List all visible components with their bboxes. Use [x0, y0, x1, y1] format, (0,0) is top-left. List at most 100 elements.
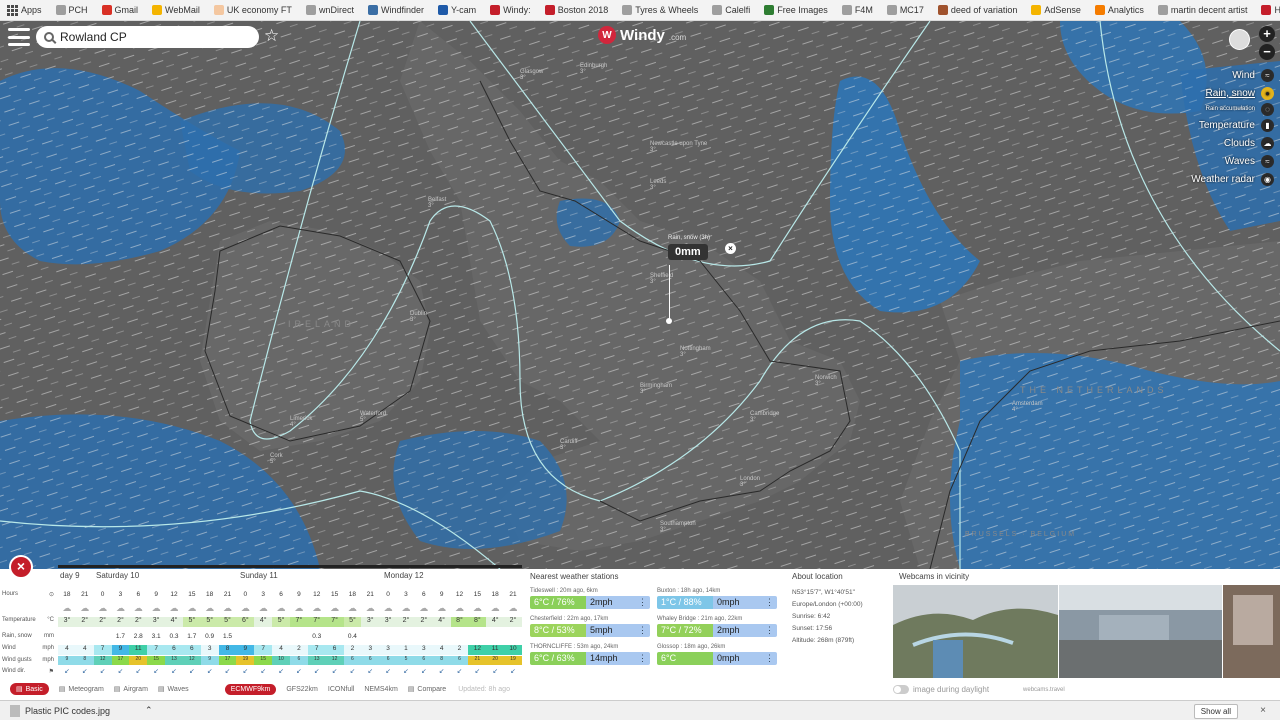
search-input[interactable]: [60, 30, 240, 44]
model-option[interactable]: ECMWF9km: [224, 683, 277, 695]
bookmark-item[interactable]: PCH: [49, 0, 95, 20]
wind-direction-arrow-icon: ↙: [171, 668, 177, 675]
station-card[interactable]: Glossop : 18m ago, 26km 6°C 0mph ⋮: [657, 643, 777, 667]
user-avatar[interactable]: [1229, 29, 1250, 50]
close-downloads-icon[interactable]: ×: [1260, 705, 1266, 716]
weather-map[interactable]: IRELAND THE NETHERLANDS BRUSSELS · BELGI…: [0, 21, 1280, 569]
webcams-credit[interactable]: webcams.travel: [1023, 687, 1065, 693]
station-wind: 0mph ⋮: [713, 596, 777, 609]
temp-cell: 2°: [414, 617, 433, 627]
layer-item[interactable]: Wind ≈: [1232, 66, 1274, 84]
bookmark-item[interactable]: Windy:: [483, 0, 538, 20]
layer-item[interactable]: Rain, snow ●: [1206, 84, 1274, 102]
country-label-netherlands: THE NETHERLANDS: [1020, 385, 1168, 395]
forecast-tab[interactable]: ▤ Meteogram: [59, 685, 104, 694]
zoom-out-button[interactable]: −: [1259, 44, 1275, 60]
layer-item[interactable]: Clouds ☁: [1224, 134, 1274, 152]
rain-cell: [254, 633, 272, 640]
search-box[interactable]: [36, 26, 259, 48]
station-name: Chesterfield : 22m ago, 17km: [530, 616, 609, 622]
more-options-icon[interactable]: ⋮: [638, 624, 647, 637]
bookmark-item[interactable]: How to set up a rout: [1254, 0, 1280, 20]
station-card[interactable]: Buxton : 18h ago, 14km 1°C / 88% 0mph ⋮: [657, 587, 777, 611]
city-temp: 5°: [270, 459, 276, 465]
zoom-in-button[interactable]: +: [1259, 26, 1275, 42]
model-option[interactable]: GFS22km: [286, 686, 318, 693]
country-label-ireland: IRELAND: [288, 319, 356, 329]
popup-location-dot[interactable]: [666, 318, 672, 324]
model-option[interactable]: ICONfull: [328, 686, 354, 693]
rain-cell: [236, 633, 254, 640]
bookmark-item[interactable]: AdSense: [1024, 0, 1088, 20]
bookmark-item[interactable]: F4M: [835, 0, 880, 20]
layer-item[interactable]: Weather radar ◉: [1191, 170, 1274, 188]
row-label: Hours ⊙: [0, 591, 56, 598]
station-temp: 6°C / 63%: [530, 652, 586, 665]
bookmark-item[interactable]: Free Images: [757, 0, 835, 20]
forecast-tab[interactable]: ▤ Basic: [10, 683, 49, 695]
cloud-rain-icon: ☁: [437, 603, 447, 613]
city-temp: 3°: [520, 75, 526, 81]
temp-cell: 8°: [450, 617, 469, 627]
layer-item[interactable]: Rain accumulation ◌: [1206, 102, 1274, 116]
bookmark-item[interactable]: Y-cam: [431, 0, 483, 20]
station-card[interactable]: THORNCLIFFE : 53m ago, 24km 6°C / 63% 14mp…: [530, 643, 650, 667]
show-all-button[interactable]: Show all: [1193, 704, 1238, 719]
popup-close-button[interactable]: ×: [725, 243, 736, 254]
station-name: Buxton : 18h ago, 14km: [657, 588, 721, 594]
download-item[interactable]: Plastic PIC codes.jpg ⌃: [10, 704, 153, 717]
temp-cell: 3°: [147, 617, 166, 627]
bookmark-item[interactable]: WebMail: [145, 0, 207, 20]
rain-cell: 2.8: [133, 633, 143, 640]
temp-cell: 6°: [236, 617, 255, 627]
wind-direction-arrow-icon: ↙: [99, 668, 106, 675]
bookmark-item[interactable]: Tyres & Wheels: [615, 0, 705, 20]
station-card[interactable]: Chesterfield : 22m ago, 17km 8°C / 53% 5mp…: [530, 615, 650, 639]
daylight-toggle-row[interactable]: image during daylight webcams.travel: [893, 685, 1065, 694]
chevron-up-icon[interactable]: ⌃: [145, 705, 153, 716]
logo-suffix: .com: [668, 32, 687, 42]
model-option[interactable]: NEMS4km: [364, 686, 397, 693]
bookmark-item[interactable]: wnDirect: [299, 0, 361, 20]
daylight-toggle[interactable]: [893, 685, 909, 694]
close-forecast-button[interactable]: ×: [9, 555, 33, 579]
gust-cell: 19: [504, 656, 522, 665]
bookmark-item[interactable]: Boston 2018: [538, 0, 616, 20]
bookmark-item[interactable]: UK economy FT: [207, 0, 299, 20]
row-label-unit: mph: [42, 657, 54, 663]
layer-item[interactable]: Temperature ▮: [1199, 116, 1274, 134]
bookmark-item[interactable]: Apps: [0, 0, 49, 20]
gust-cell: 5: [397, 656, 415, 665]
webcam-thumbnail[interactable]: [893, 585, 1058, 678]
bookmark-item[interactable]: Analytics: [1088, 0, 1151, 20]
layer-item[interactable]: Waves ≈: [1225, 152, 1274, 170]
station-card[interactable]: Whaley Bridge : 21m ago, 22km 7°C / 72% 2m…: [657, 615, 777, 639]
menu-button[interactable]: [8, 28, 30, 46]
bookmark-item[interactable]: MC17: [880, 0, 931, 20]
compare-button[interactable]: ▤ Compare: [408, 685, 446, 694]
map-canvas[interactable]: [0, 21, 1280, 569]
waves-tab-icon: ▤: [157, 686, 165, 693]
bookmark-item[interactable]: Gmail: [95, 0, 146, 20]
more-options-icon[interactable]: ⋮: [765, 624, 774, 637]
forecast-tab[interactable]: ▤ Airgram: [114, 685, 148, 694]
bookmark-item[interactable]: deed of variation: [931, 0, 1025, 20]
bookmark-item[interactable]: Windfinder: [361, 0, 431, 20]
more-options-icon[interactable]: ⋮: [765, 652, 774, 665]
forecast-tab[interactable]: ▤ Waves: [157, 685, 189, 694]
ft-icon: [213, 5, 224, 15]
webcam-thumbnail[interactable]: [1059, 585, 1222, 678]
bookmark-label: Analytics: [1107, 5, 1144, 15]
station-name: Tideswell : 20m ago, 6km: [530, 588, 598, 594]
cloud-rain-icon: ☁: [205, 603, 215, 613]
row-label-name: Temperature: [2, 617, 36, 623]
gmail-icon: [101, 5, 112, 15]
more-options-icon[interactable]: ⋮: [638, 652, 647, 665]
more-options-icon[interactable]: ⋮: [765, 596, 774, 609]
bookmark-item[interactable]: Calelfi: [705, 0, 757, 20]
station-card[interactable]: Tideswell : 20m ago, 6km 6°C / 76% 2mph ⋮: [530, 587, 650, 611]
favorite-star-icon[interactable]: ☆: [264, 26, 279, 46]
bookmark-item[interactable]: martin decent artist: [1151, 0, 1255, 20]
webcam-thumbnail[interactable]: [1223, 585, 1280, 678]
more-options-icon[interactable]: ⋮: [638, 596, 647, 609]
